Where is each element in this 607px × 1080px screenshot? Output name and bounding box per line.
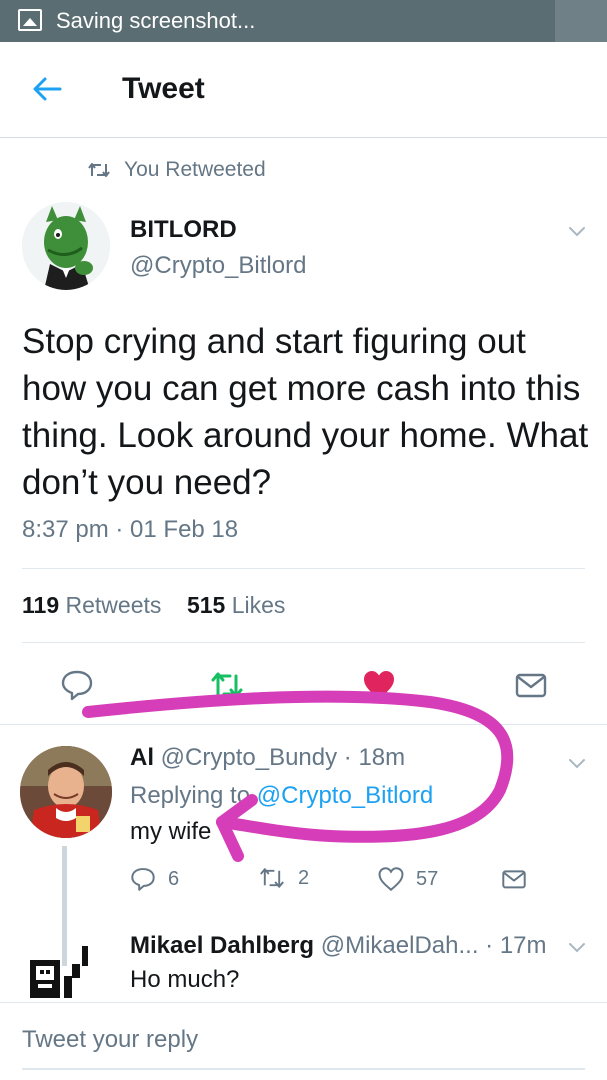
- tweet-timestamp: 8:37 pm · 01 Feb 18: [22, 516, 239, 543]
- author-name[interactable]: BITLORD: [130, 216, 237, 244]
- reply-reply-count: 6: [168, 867, 180, 890]
- tweet-stats: 119 Retweets 515 Likes: [22, 592, 285, 619]
- retweets-count[interactable]: 119: [22, 592, 59, 618]
- screenshot-icon: [18, 9, 42, 31]
- reply-author-handle[interactable]: @Crypto_Bundy: [161, 744, 337, 771]
- status-bar-corner: [555, 0, 607, 42]
- divider: [0, 1002, 607, 1003]
- app-bar: Tweet: [0, 42, 607, 138]
- lizard-avatar-image: [22, 202, 110, 290]
- reply-author-handle[interactable]: @MikaelDah...: [321, 932, 479, 959]
- chevron-down-icon[interactable]: [566, 752, 588, 774]
- likes-label[interactable]: Likes: [232, 592, 286, 618]
- divider: [0, 724, 607, 725]
- direct-message-icon[interactable]: [500, 866, 528, 892]
- composer-underline: [22, 1068, 585, 1070]
- reply-icon[interactable]: [60, 668, 94, 702]
- author-avatar[interactable]: [22, 202, 110, 290]
- reply-tweet[interactable]: Al @Crypto_Bundy · 18m Replying to @Cryp…: [0, 736, 607, 966]
- replying-to-line: Replying to @Crypto_Bitlord: [130, 782, 433, 810]
- direct-message-icon[interactable]: [514, 668, 548, 702]
- reply-action-bar: 6 2 57: [130, 866, 550, 896]
- santa-avatar-image: [20, 746, 112, 838]
- reply-text: Ho much?: [130, 966, 240, 993]
- tweet-text: Stop crying and start figuring out how y…: [22, 322, 589, 502]
- retweet-context-label: You Retweeted: [124, 158, 266, 181]
- chevron-down-icon[interactable]: [566, 220, 588, 242]
- reply-retweet-count: 2: [298, 866, 310, 889]
- replying-to-prefix: Replying to: [130, 782, 251, 809]
- retweets-label[interactable]: Retweets: [66, 592, 162, 618]
- reply-time: · 17m: [485, 932, 547, 959]
- status-bar: Saving screenshot...: [0, 0, 607, 42]
- reply-like-button[interactable]: 57: [378, 866, 438, 892]
- reply-composer-input[interactable]: Tweet your reply: [22, 1026, 198, 1054]
- page-title: Tweet: [122, 72, 205, 105]
- replying-to-handle-link[interactable]: @Crypto_Bitlord: [257, 782, 433, 809]
- reply-author-name[interactable]: Al: [130, 744, 154, 771]
- reply-like-count: 57: [416, 867, 439, 890]
- reply-time: · 18m: [343, 744, 406, 771]
- reply-header: Mikael Dahlberg @MikaelDah... · 17m: [130, 932, 547, 960]
- retweet-button-icon[interactable]: [210, 668, 244, 702]
- retweet-icon: [88, 163, 110, 177]
- reply-header: Al @Crypto_Bundy · 18m: [130, 744, 405, 772]
- reply-author-name[interactable]: Mikael Dahlberg: [130, 932, 314, 959]
- retweet-context: You Retweeted: [88, 156, 266, 184]
- reply-retweet-button[interactable]: 2: [258, 866, 309, 890]
- divider: [22, 642, 585, 643]
- likes-count[interactable]: 515: [187, 592, 225, 618]
- reply-author-avatar[interactable]: [20, 746, 112, 838]
- back-arrow-icon[interactable]: [30, 72, 64, 106]
- chevron-down-icon[interactable]: [566, 936, 588, 958]
- heart-outline-icon: [378, 867, 404, 891]
- like-heart-icon[interactable]: [362, 668, 396, 702]
- reply-reply-button[interactable]: 6: [130, 866, 179, 892]
- divider: [22, 568, 585, 569]
- reply-text: my wife: [130, 818, 212, 845]
- reply-icon: [131, 868, 155, 891]
- pixel-avatar-image[interactable]: [26, 942, 96, 1004]
- author-handle[interactable]: @Crypto_Bitlord: [130, 252, 306, 280]
- reply-tweet[interactable]: Mikael Dahlberg @MikaelDah... · 17m Ho m…: [0, 926, 607, 998]
- retweet-icon: [260, 868, 284, 888]
- tweet-action-bar: [0, 660, 607, 710]
- status-bar-text: Saving screenshot...: [56, 8, 256, 33]
